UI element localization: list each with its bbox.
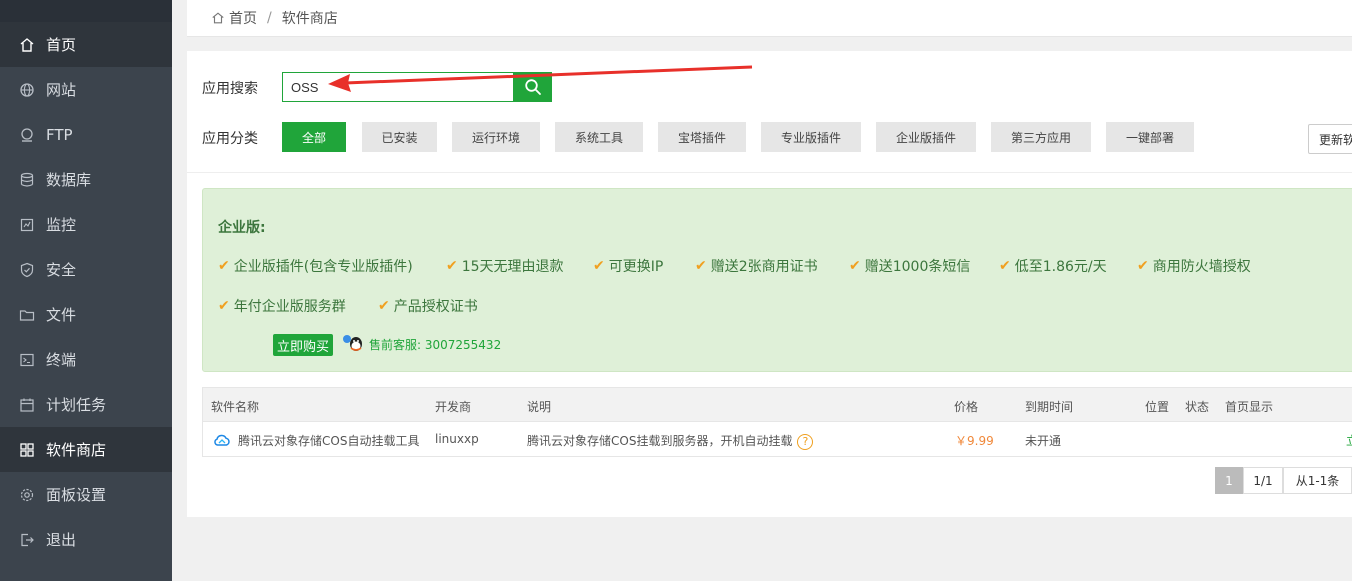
annotation-arrow [328,65,753,92]
